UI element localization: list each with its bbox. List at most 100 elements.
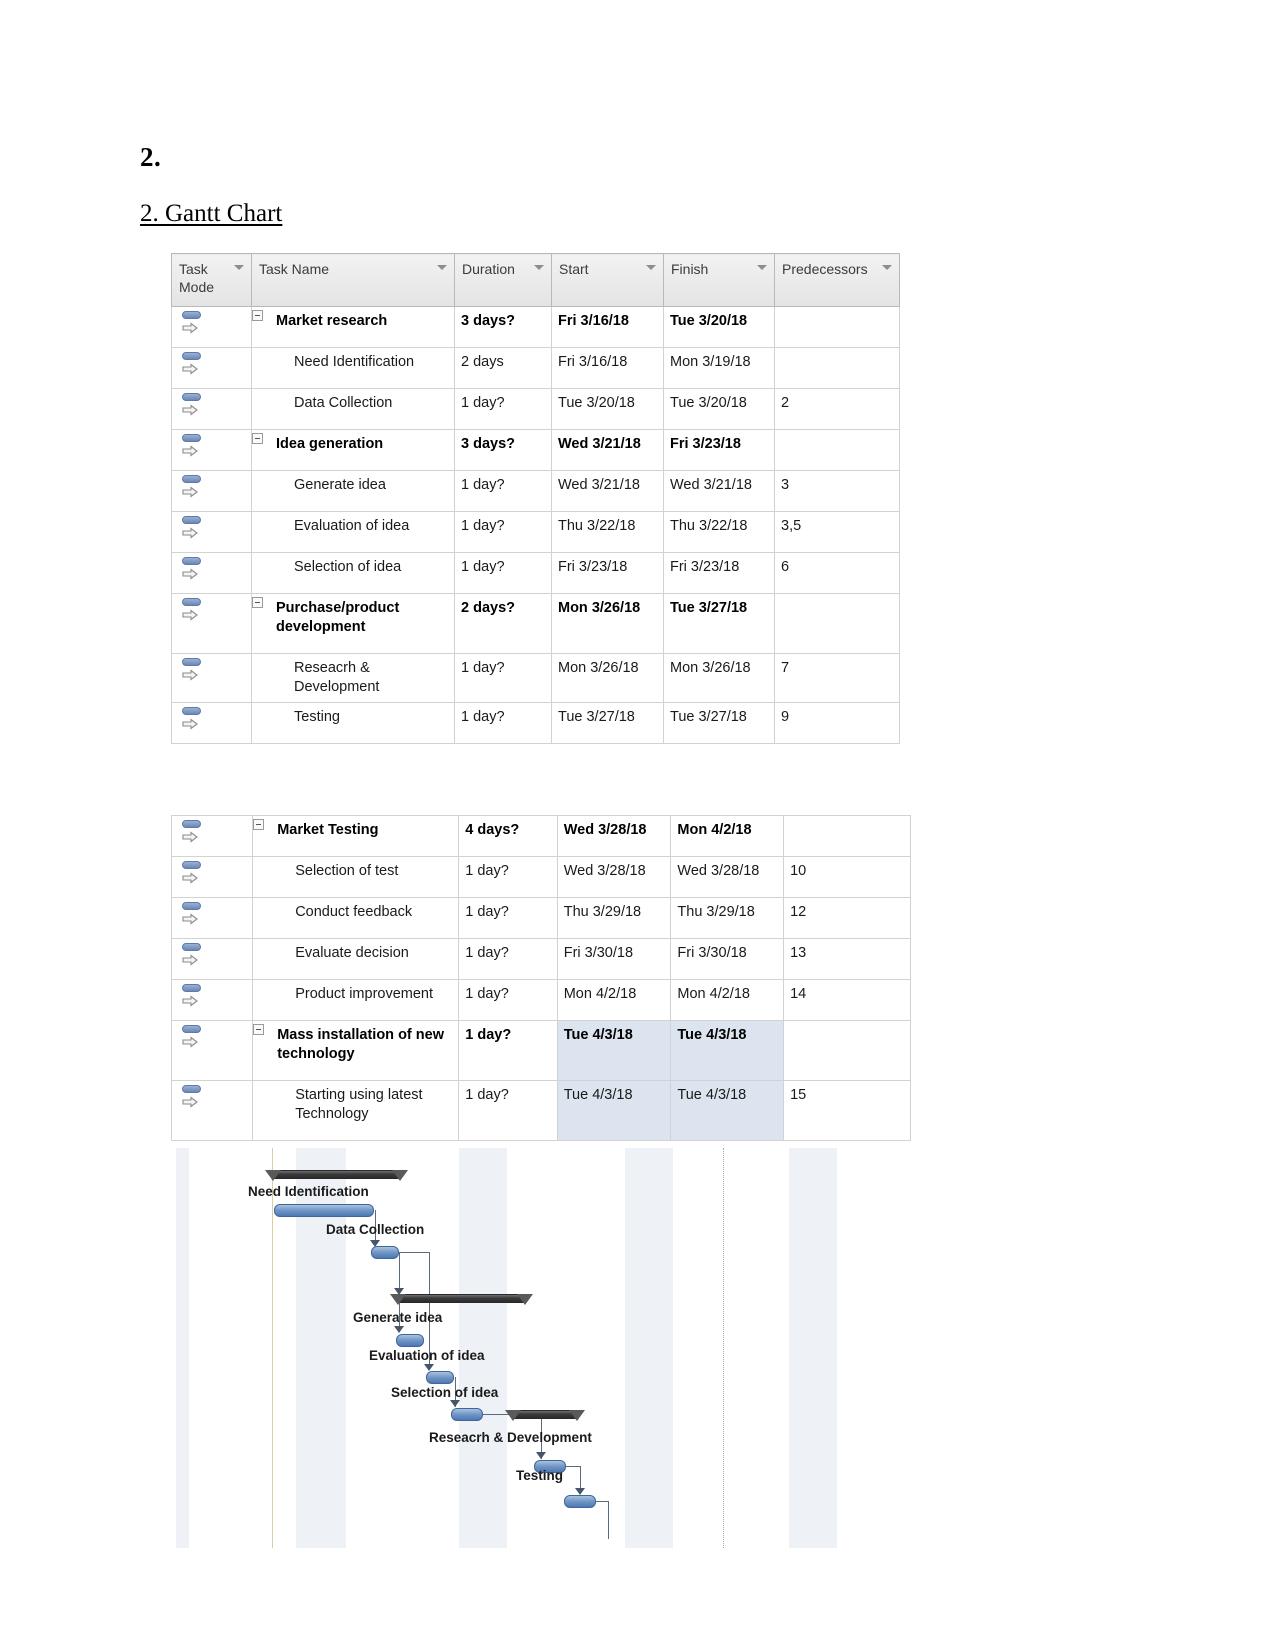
cell-task-name[interactable]: Purchase/product development	[251, 593, 455, 655]
cell-start[interactable]: Fri 3/16/18	[551, 306, 664, 349]
task-bar-selection-of-idea[interactable]	[451, 1408, 483, 1421]
cell-duration[interactable]: 2 days?	[454, 593, 552, 655]
chevron-down-icon[interactable]	[234, 265, 244, 270]
table-row[interactable]: Product improvement 1 day? Mon 4/2/18 Mon 4…	[170, 979, 911, 1021]
cell-predecessors[interactable]: 2	[774, 388, 900, 431]
task-bar-generate-idea[interactable]	[396, 1334, 424, 1347]
table-row[interactable]: Evaluate decision 1 day? Fri 3/30/18 Fri 3/…	[170, 938, 911, 980]
table-row[interactable]: Starting using latest Technology 1 day? Tu…	[170, 1080, 911, 1141]
cell-start[interactable]: Fri 3/16/18	[551, 347, 664, 390]
cell-task-name[interactable]: Starting using latest Technology	[252, 1080, 460, 1141]
task-mode-icon[interactable]	[180, 902, 206, 929]
cell-finish[interactable]: Tue 3/27/18	[663, 702, 775, 745]
task-bar-need-identification[interactable]	[274, 1204, 374, 1217]
cell-task-name[interactable]: Testing	[251, 702, 455, 745]
cell-task-name[interactable]: Conduct feedback	[252, 897, 460, 939]
cell-task-name[interactable]: Evaluation of idea	[251, 511, 455, 554]
cell-task-mode[interactable]	[171, 552, 252, 595]
cell-finish[interactable]: Tue 4/3/18	[670, 1080, 785, 1141]
cell-task-mode[interactable]	[170, 1080, 254, 1141]
cell-duration[interactable]: 1 day?	[454, 552, 552, 595]
table-row[interactable]: Evaluation of idea 1 day? Thu 3/22/18 Thu 3…	[171, 511, 900, 554]
cell-task-mode[interactable]	[171, 388, 252, 431]
cell-predecessors[interactable]: 12	[783, 897, 911, 939]
table-row[interactable]: Conduct feedback 1 day? Thu 3/29/18 Thu 3/2…	[170, 897, 911, 939]
cell-predecessors[interactable]: 15	[783, 1080, 911, 1141]
cell-duration[interactable]: 1 day?	[454, 511, 552, 554]
cell-duration[interactable]: 3 days?	[454, 306, 552, 349]
cell-duration[interactable]: 1 day?	[454, 653, 552, 704]
cell-start[interactable]: Tue 3/20/18	[551, 388, 664, 431]
task-mode-icon[interactable]	[180, 393, 206, 420]
table-row[interactable]: Reseacrh & Development 1 day? Mon 3/26/18 M…	[171, 653, 900, 704]
cell-predecessors[interactable]: 9	[774, 702, 900, 745]
cell-finish[interactable]: Fri 3/30/18	[670, 938, 785, 980]
chevron-down-icon[interactable]	[534, 265, 544, 270]
cell-predecessors[interactable]	[774, 429, 900, 472]
task-mode-icon[interactable]	[180, 516, 206, 543]
cell-duration[interactable]: 1 day?	[458, 897, 558, 939]
column-header-predecessors[interactable]: Predecessors	[774, 252, 900, 308]
cell-task-name[interactable]: Data Collection	[251, 388, 455, 431]
cell-duration[interactable]: 1 day?	[454, 470, 552, 513]
table-row[interactable]: Need Identification 2 days Fri 3/16/18 Mon …	[171, 347, 900, 390]
cell-task-mode[interactable]	[171, 593, 252, 655]
column-header-finish[interactable]: Finish	[663, 252, 775, 308]
cell-start[interactable]: Wed 3/21/18	[551, 429, 664, 472]
cell-task-name[interactable]: Idea generation	[251, 429, 455, 472]
cell-task-mode[interactable]	[170, 1020, 254, 1081]
chevron-down-icon[interactable]	[757, 265, 767, 270]
cell-predecessors[interactable]	[783, 1020, 911, 1081]
cell-task-name[interactable]: Selection of idea	[251, 552, 455, 595]
task-bar-testing[interactable]	[564, 1495, 596, 1508]
cell-predecessors[interactable]: 13	[783, 938, 911, 980]
task-mode-icon[interactable]	[180, 984, 206, 1011]
table-row[interactable]: Market Testing 4 days? Wed 3/28/18 Mon 4/2/…	[170, 815, 911, 857]
cell-duration[interactable]: 1 day?	[458, 979, 558, 1021]
task-mode-icon[interactable]	[180, 820, 206, 847]
cell-task-mode[interactable]	[171, 653, 252, 704]
cell-predecessors[interactable]: 7	[774, 653, 900, 704]
table-row[interactable]: Data Collection 1 day? Tue 3/20/18 Tue 3/20…	[171, 388, 900, 431]
task-mode-icon[interactable]	[180, 1025, 206, 1052]
table-row[interactable]: Selection of idea 1 day? Fri 3/23/18 Fri 3/…	[171, 552, 900, 595]
cell-duration[interactable]: 1 day?	[454, 702, 552, 745]
cell-start[interactable]: Wed 3/28/18	[556, 856, 672, 898]
cell-duration[interactable]: 4 days?	[458, 815, 558, 857]
cell-predecessors[interactable]: 14	[783, 979, 911, 1021]
cell-duration[interactable]: 1 day?	[458, 1020, 558, 1081]
task-mode-icon[interactable]	[180, 1085, 206, 1112]
table-row[interactable]: Idea generation 3 days? Wed 3/21/18 Fri 3/2…	[171, 429, 900, 472]
chevron-down-icon[interactable]	[882, 265, 892, 270]
cell-task-name[interactable]: Market research	[251, 306, 455, 349]
cell-start[interactable]: Thu 3/29/18	[556, 897, 672, 939]
cell-task-name[interactable]: Evaluate decision	[252, 938, 460, 980]
cell-finish[interactable]: Tue 3/20/18	[663, 306, 775, 349]
cell-task-name[interactable]: Market Testing	[252, 815, 460, 857]
table-row[interactable]: Selection of test 1 day? Wed 3/28/18 Wed 3/…	[170, 856, 911, 898]
chevron-down-icon[interactable]	[646, 265, 656, 270]
cell-task-mode[interactable]	[171, 702, 252, 745]
task-bar-data-collection[interactable]	[371, 1246, 399, 1259]
cell-task-name[interactable]: Reseacrh & Development	[251, 653, 455, 704]
cell-finish[interactable]: Tue 4/3/18	[670, 1020, 785, 1081]
cell-finish[interactable]: Fri 3/23/18	[663, 552, 775, 595]
cell-finish[interactable]: Fri 3/23/18	[663, 429, 775, 472]
table-row[interactable]: Mass installation of new technology 1 day…	[170, 1020, 911, 1081]
column-header-duration[interactable]: Duration	[454, 252, 552, 308]
cell-task-mode[interactable]	[170, 979, 254, 1021]
table-row[interactable]: Market research 3 days? Fri 3/16/18 Tue 3/2…	[171, 306, 900, 349]
cell-predecessors[interactable]	[783, 815, 911, 857]
cell-task-mode[interactable]	[171, 306, 252, 349]
task-mode-icon[interactable]	[180, 475, 206, 502]
cell-predecessors[interactable]: 6	[774, 552, 900, 595]
cell-duration[interactable]: 1 day?	[458, 856, 558, 898]
cell-task-mode[interactable]	[170, 938, 254, 980]
cell-task-mode[interactable]	[171, 470, 252, 513]
chevron-down-icon[interactable]	[437, 265, 447, 270]
cell-start[interactable]: Mon 4/2/18	[556, 979, 672, 1021]
cell-finish[interactable]: Mon 4/2/18	[670, 979, 785, 1021]
cell-finish[interactable]: Tue 3/20/18	[663, 388, 775, 431]
cell-predecessors[interactable]: 3,5	[774, 511, 900, 554]
cell-start[interactable]: Fri 3/30/18	[556, 938, 672, 980]
